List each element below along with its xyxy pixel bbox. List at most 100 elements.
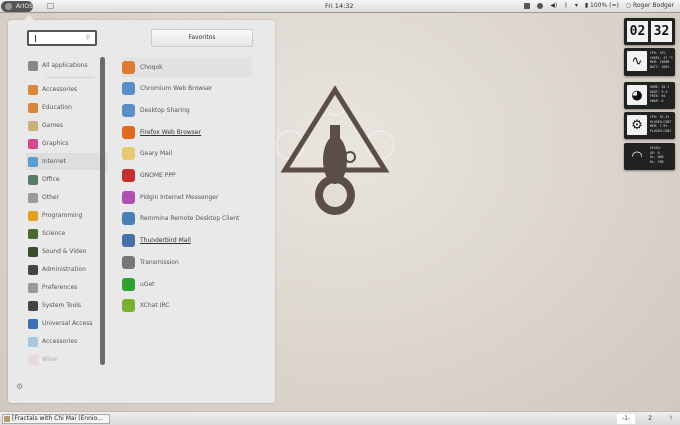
category-item[interactable]: Accessories bbox=[26, 333, 98, 350]
app-icon bbox=[122, 299, 135, 313]
app-item[interactable]: Remmina Remote Desktop Client bbox=[122, 209, 252, 229]
gear-icon: ⚙ bbox=[627, 115, 647, 135]
app-item[interactable]: XChat IRC bbox=[122, 296, 252, 316]
category-item[interactable]: Accessories bbox=[26, 81, 98, 98]
notification-button[interactable]: ! bbox=[662, 414, 680, 424]
category-icon bbox=[28, 246, 38, 257]
window-icon bbox=[4, 416, 10, 422]
app-item[interactable]: Firefox Web Browser bbox=[122, 122, 252, 142]
category-icon bbox=[28, 192, 38, 203]
category-item[interactable]: Preferences bbox=[26, 279, 98, 296]
arios-emblem-wallpaper bbox=[275, 85, 395, 215]
category-label: Graphics bbox=[42, 140, 69, 147]
category-label: Preferences bbox=[42, 284, 78, 291]
process-widget: ⚙ CPU: 33.4% PLUGIN-CONT MEM: 7.9% PLUGIN-C… bbox=[624, 112, 675, 139]
app-label: Remmina Remote Desktop Client bbox=[140, 215, 240, 223]
category-icon bbox=[28, 354, 38, 365]
category-item[interactable]: Sound & Video bbox=[26, 243, 98, 260]
app-icon bbox=[122, 212, 135, 226]
category-item[interactable]: Internet bbox=[26, 153, 108, 170]
category-divider bbox=[46, 77, 94, 78]
pie-chart-icon: ◕ bbox=[627, 85, 647, 105]
category-label: Universal Access bbox=[42, 320, 93, 327]
category-icon bbox=[28, 282, 38, 293]
app-label: Chromium Web Browser bbox=[140, 85, 213, 93]
battery-label: 100% (=) bbox=[590, 2, 619, 9]
network-widget: ◠ ESSID: AP: 0 UL: 0KB DL: 7KB bbox=[624, 143, 675, 170]
app-label: Transmission bbox=[140, 258, 179, 266]
clock-minutes: 32 bbox=[651, 21, 672, 42]
app-icon bbox=[122, 169, 135, 182]
category-item[interactable]: Graphics bbox=[26, 135, 98, 152]
favorites-button[interactable]: Favoritos bbox=[151, 29, 253, 47]
app-icon bbox=[122, 125, 135, 139]
category-label: Office bbox=[42, 176, 60, 183]
disk-widget: ◕ HOME: 26.1 ROOT: 9.4 FREE: 64 SWAP: 0 bbox=[624, 82, 675, 109]
panel-clock[interactable]: Fri 14:32 bbox=[325, 2, 354, 10]
category-icon bbox=[28, 174, 38, 185]
bottom-panel: [Fractals with Chi Mai (Ennio... -1- 2 ! bbox=[0, 411, 680, 425]
category-item[interactable]: All applications bbox=[26, 57, 98, 74]
widget-line: PLUGIN-CONT bbox=[650, 129, 672, 134]
category-label: Sound & Video bbox=[42, 248, 87, 255]
category-scrollbar[interactable] bbox=[100, 57, 105, 365]
category-item[interactable]: Education bbox=[26, 99, 98, 116]
category-item[interactable]: Programming bbox=[26, 207, 98, 224]
bluetooth-icon[interactable]: ᛒ bbox=[564, 2, 568, 9]
task-label: [Fractals with Chi Mai (Ennio... bbox=[12, 415, 103, 422]
category-icon bbox=[28, 84, 38, 95]
app-item[interactable]: uGet bbox=[122, 274, 252, 294]
category-label: Wine bbox=[42, 356, 57, 363]
app-icon bbox=[122, 190, 135, 204]
category-item[interactable]: System Tools bbox=[26, 297, 98, 314]
widget-line: SWAP: 0 bbox=[650, 99, 664, 104]
category-item[interactable]: Games bbox=[26, 117, 98, 134]
app-item[interactable]: Pidgin Internet Messenger bbox=[122, 187, 252, 207]
app-item[interactable]: Desktop Sharing bbox=[122, 100, 252, 120]
top-panel: ArIOS Fri 14:32 ◀) ᛒ ▾ ▮ 100% (=) ○ Roge… bbox=[0, 0, 680, 13]
workspace-1[interactable]: -1- bbox=[617, 414, 635, 424]
workspace-2[interactable]: 2 bbox=[641, 414, 659, 424]
app-icon bbox=[122, 234, 135, 248]
app-item[interactable]: Geary Mail bbox=[122, 144, 252, 164]
category-item[interactable]: Other bbox=[26, 189, 98, 206]
category-label: Internet bbox=[42, 158, 66, 165]
arios-menu-label: ArIOS bbox=[16, 3, 33, 10]
arios-menu-button[interactable]: ArIOS bbox=[1, 1, 33, 12]
category-item[interactable]: Wine bbox=[26, 351, 98, 368]
volume-icon[interactable]: ◀) bbox=[550, 2, 557, 9]
search-icon: ⚲ bbox=[85, 34, 90, 41]
show-desktop-icon[interactable] bbox=[47, 3, 54, 9]
category-item[interactable]: Science bbox=[26, 225, 98, 242]
heartbeat-icon: ∿ bbox=[627, 51, 647, 71]
update-icon[interactable] bbox=[537, 2, 544, 9]
taskbar-window-button[interactable]: [Fractals with Chi Mai (Ennio... bbox=[2, 414, 110, 424]
category-icon bbox=[28, 156, 38, 167]
category-label: Accessories bbox=[42, 338, 78, 345]
app-item[interactable]: Choqok bbox=[122, 57, 252, 77]
category-label: All applications bbox=[42, 62, 88, 69]
user-name: Roger Bodger bbox=[632, 2, 674, 9]
settings-gears-icon[interactable]: ⚙ bbox=[16, 382, 23, 391]
category-label: Administration bbox=[42, 266, 86, 273]
launcher-pointer bbox=[24, 15, 34, 20]
category-icon bbox=[28, 102, 38, 113]
category-item[interactable]: Office bbox=[26, 171, 98, 188]
category-label: System Tools bbox=[42, 302, 82, 309]
app-item[interactable]: GNOME PPP bbox=[122, 166, 252, 186]
search-input[interactable]: ⚲ bbox=[27, 30, 97, 46]
folder-icon[interactable] bbox=[524, 2, 531, 9]
category-icon bbox=[28, 300, 38, 311]
app-item[interactable]: Chromium Web Browser bbox=[122, 79, 252, 99]
user-menu[interactable]: ○ Roger Bodger bbox=[626, 2, 674, 9]
category-item[interactable]: Universal Access bbox=[26, 315, 98, 332]
wifi-icon[interactable]: ▾ bbox=[575, 2, 578, 9]
category-item[interactable]: Administration bbox=[26, 261, 98, 278]
app-item[interactable]: Transmission bbox=[122, 252, 252, 272]
app-label: Pidgin Internet Messenger bbox=[140, 193, 219, 201]
category-label: Science bbox=[42, 230, 66, 237]
app-item[interactable]: Thunderbird Mail bbox=[122, 231, 252, 251]
battery-indicator[interactable]: ▮ 100% (=) bbox=[585, 2, 619, 9]
widget-line: DL: 7KB bbox=[650, 160, 664, 165]
category-label: Education bbox=[42, 104, 72, 111]
